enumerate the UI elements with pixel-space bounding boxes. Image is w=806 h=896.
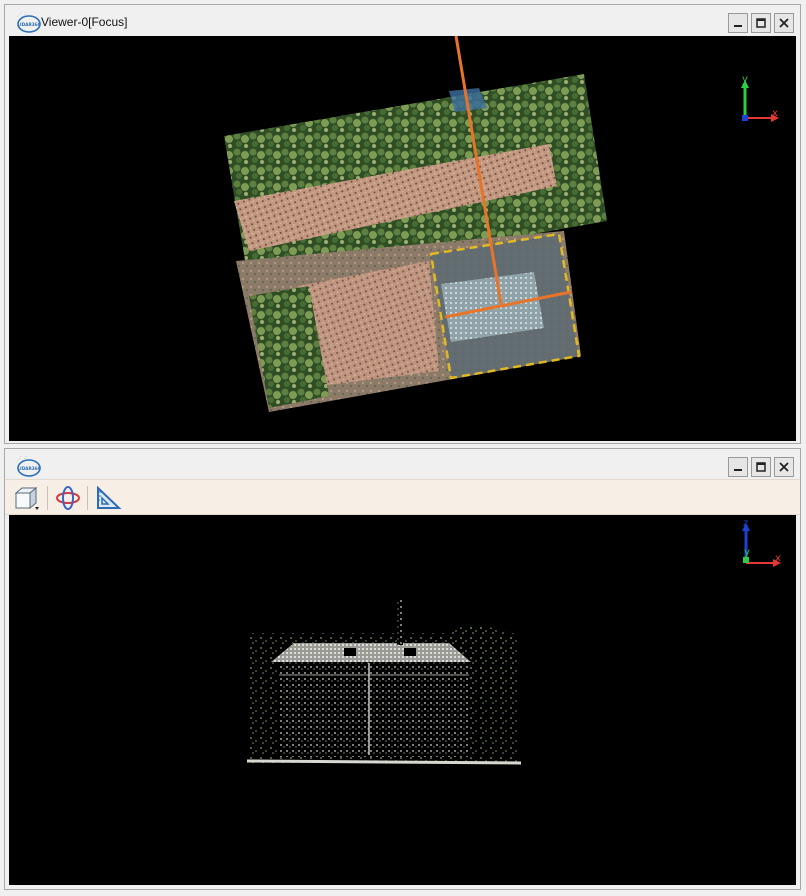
view-cube-button[interactable] xyxy=(11,484,41,512)
svg-text:LIDAR360: LIDAR360 xyxy=(17,466,41,472)
top-viewer-window: ⋰⋰ LIDAR360 Viewer-0[Focus] y x xyxy=(4,4,801,444)
axis-z-label: z xyxy=(743,518,748,529)
maximize-button[interactable] xyxy=(751,457,771,477)
ground-line xyxy=(246,759,522,765)
orbit-button[interactable] xyxy=(53,484,83,512)
bottom-titlebar[interactable]: ⋰⋰ LIDAR360 xyxy=(5,449,800,479)
bottom-toolbar xyxy=(5,479,800,515)
measure-button[interactable] xyxy=(93,484,123,512)
toolbar-separator xyxy=(47,486,48,510)
point-cloud-top-view xyxy=(224,36,607,412)
axis-x-label: x xyxy=(772,108,778,119)
roof-profile xyxy=(271,643,471,662)
bottom-viewer-window: ⋰⋰ LIDAR360 z x y xyxy=(4,448,801,890)
maximize-icon xyxy=(756,18,766,28)
bottom-point-cloud-viewport[interactable]: z x y xyxy=(9,515,796,885)
maximize-button[interactable] xyxy=(751,13,771,33)
minimize-button[interactable] xyxy=(728,13,748,33)
point-cloud-profile-view xyxy=(246,600,522,765)
close-icon xyxy=(779,462,789,472)
axis-gizmo-top: y x xyxy=(741,74,779,122)
building-elevation-cloud xyxy=(246,600,522,765)
axis-x-label: x xyxy=(775,553,781,564)
close-icon xyxy=(779,18,789,28)
axis-gizmo-bottom: z x y xyxy=(742,518,781,567)
view-cube-icon xyxy=(14,486,39,510)
close-button[interactable] xyxy=(774,13,794,33)
minimize-icon xyxy=(734,25,742,27)
orbit-icon xyxy=(56,486,80,510)
measure-triangle-icon xyxy=(97,485,122,509)
lidar360-logo-icon: ⋰⋰ LIDAR360 xyxy=(17,12,41,33)
lidar360-logo-icon: ⋰⋰ LIDAR360 xyxy=(17,456,41,477)
toolbar-separator xyxy=(87,486,88,510)
close-button[interactable] xyxy=(774,457,794,477)
top-point-cloud-viewport[interactable]: y x xyxy=(9,36,796,441)
axis-y-label: y xyxy=(744,547,750,558)
window-title: Viewer-0[Focus] xyxy=(41,15,128,29)
maximize-icon xyxy=(756,462,766,472)
minimize-button[interactable] xyxy=(728,457,748,477)
axis-y-label: y xyxy=(742,74,748,85)
svg-text:LIDAR360: LIDAR360 xyxy=(17,22,41,28)
minimize-icon xyxy=(734,469,742,471)
top-titlebar[interactable]: ⋰⋰ LIDAR360 Viewer-0[Focus] xyxy=(5,5,800,35)
